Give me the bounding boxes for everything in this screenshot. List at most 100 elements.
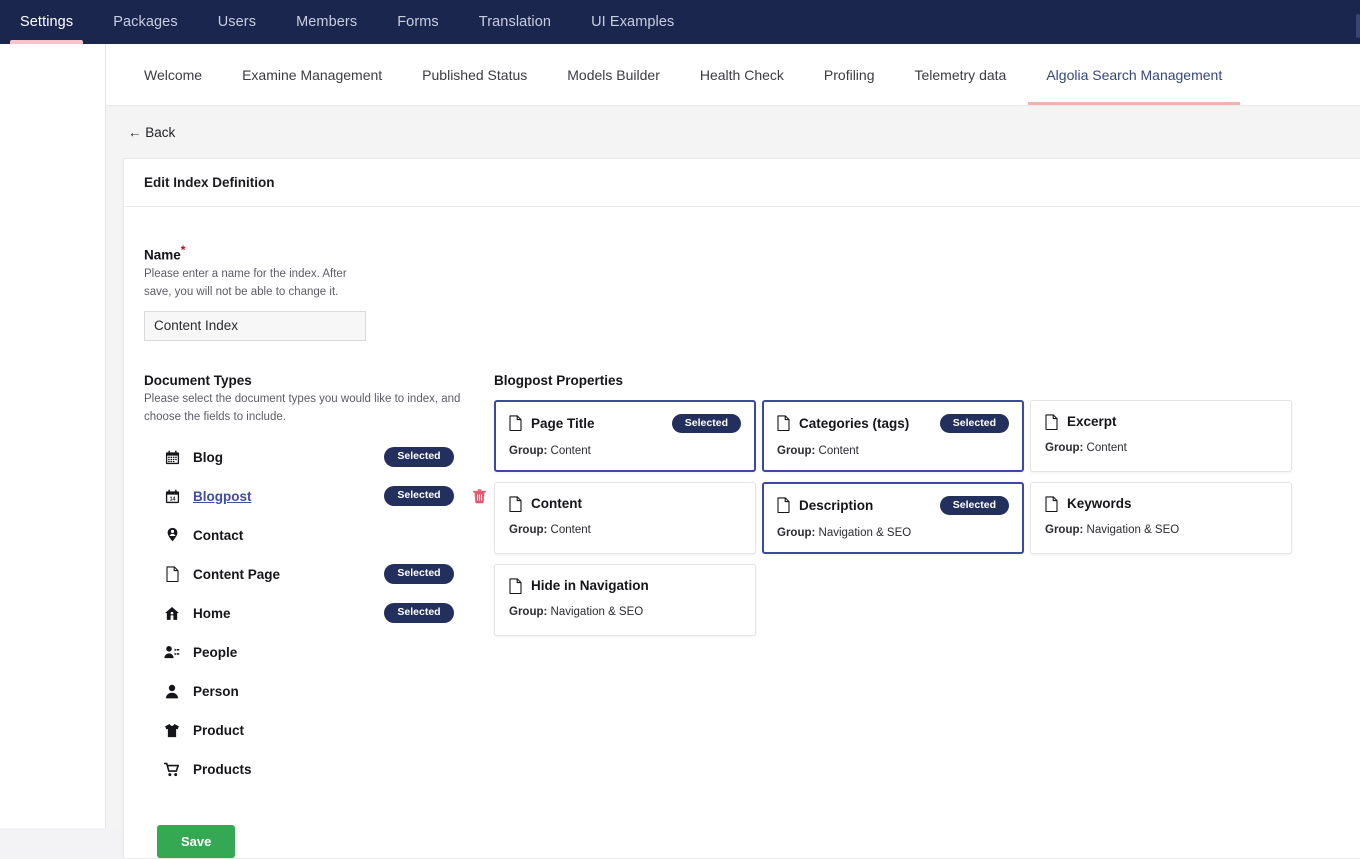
property-group-value: Content	[550, 445, 591, 457]
document-type-label: Blog	[193, 449, 223, 465]
cart-icon	[162, 762, 182, 777]
panel-body: Name* Please enter a name for the index.…	[124, 207, 1360, 858]
tab-welcome[interactable]: Welcome	[124, 44, 222, 105]
property-group-value: Content	[550, 523, 591, 536]
property-card-label: Description	[799, 497, 874, 513]
document-type-label: People	[193, 644, 238, 660]
property-group-value: Navigation & SEO	[550, 605, 644, 618]
index-name-input[interactable]	[144, 310, 366, 341]
tab-published-status[interactable]: Published Status	[402, 44, 547, 105]
document-icon	[777, 497, 790, 514]
document-type-row[interactable]: Blog Selected	[144, 438, 494, 477]
document-type-row[interactable]: Person	[144, 672, 494, 711]
properties-card-grid: Page Title Selected Group: Content Categori…	[494, 399, 1294, 636]
tab-models-builder[interactable]: Models Builder	[547, 44, 680, 105]
document-type-row[interactable]: Contact	[144, 516, 494, 555]
document-type-row[interactable]: Products	[144, 750, 494, 789]
name-field-group: Name* Please enter a name for the index.…	[144, 243, 1360, 341]
property-card-group: Group: Content	[509, 445, 741, 457]
back-row: ← Back	[106, 106, 1360, 158]
calendar-icon	[162, 450, 182, 465]
properties-title: Blogpost Properties	[494, 372, 624, 388]
document-types-title: Document Types	[144, 372, 252, 388]
save-button[interactable]: Save	[157, 824, 236, 858]
map-pin-user-icon	[162, 527, 182, 543]
document-types-column: Document Types Please select the documen…	[144, 373, 494, 789]
document-icon	[162, 566, 182, 582]
property-group-label: Group:	[509, 605, 548, 618]
left-sidebar-rail	[0, 44, 106, 828]
document-type-row[interactable]: Home Selected	[144, 594, 494, 633]
document-type-row[interactable]: People	[144, 633, 494, 672]
back-link[interactable]: ← Back	[128, 125, 175, 140]
document-type-row[interactable]: Product	[144, 711, 494, 750]
topnav-item-packages[interactable]: Packages	[93, 0, 197, 44]
document-icon	[509, 577, 522, 594]
property-card-label: Keywords	[1067, 496, 1132, 511]
document-type-label: Person	[193, 683, 239, 699]
selected-badge[interactable]: Selected	[384, 486, 454, 506]
property-card[interactable]: Hide in Navigation Group: Navigation & SE…	[494, 563, 756, 636]
property-card[interactable]: Excerpt Group: Content	[1030, 399, 1292, 472]
property-group-label: Group:	[1045, 441, 1084, 454]
property-card[interactable]: Keywords Group: Navigation & SEO	[1030, 481, 1292, 554]
topnav-item-settings[interactable]: Settings	[0, 0, 93, 44]
property-card-group: Group: Content	[777, 445, 1009, 457]
document-icon	[1045, 413, 1058, 430]
document-type-row[interactable]: Content Page Selected	[144, 555, 494, 594]
document-icon	[1045, 495, 1058, 512]
document-type-label[interactable]: Blogpost	[193, 489, 374, 504]
tab-examine-management[interactable]: Examine Management	[222, 44, 402, 105]
property-card-label: Categories (tags)	[799, 415, 910, 431]
name-field-label: Name*	[144, 243, 1360, 263]
selected-badge[interactable]: Selected	[671, 413, 741, 433]
edit-index-definition-panel: Edit Index Definition Name* Please enter…	[123, 158, 1360, 859]
svg-text:14: 14	[169, 496, 175, 502]
tab-health-check[interactable]: Health Check	[680, 44, 804, 105]
topnav-item-ui-examples[interactable]: UI Examples	[571, 0, 694, 44]
selected-badge[interactable]: Selected	[939, 495, 1009, 515]
selected-badge[interactable]: Selected	[384, 564, 454, 584]
document-type-label: Content Page	[193, 566, 281, 582]
document-type-row[interactable]: 14 Blogpost Selected	[144, 477, 494, 516]
topbar-scrollbar[interactable]	[1356, 14, 1360, 38]
property-card-header: Hide in Navigation	[509, 577, 741, 594]
document-type-label: Products	[193, 761, 252, 777]
property-card[interactable]: Categories (tags) Selected Group: Content	[762, 399, 1024, 472]
property-card[interactable]: Content Group: Content	[494, 481, 756, 554]
property-card-label: Page Title	[531, 415, 595, 431]
selected-badge[interactable]: Selected	[384, 447, 454, 467]
property-card-header: Description Selected	[777, 495, 1009, 515]
property-card-group: Group: Navigation & SEO	[777, 527, 1009, 539]
person-icon	[162, 684, 182, 699]
property-group-value: Content	[818, 445, 859, 457]
properties-column: Blogpost Properties Page Title Selected Gr…	[494, 373, 1360, 789]
topnav-item-forms[interactable]: Forms	[377, 0, 459, 44]
document-type-label: Product	[193, 722, 245, 738]
people-icon	[162, 645, 182, 659]
tab-algolia-search-management[interactable]: Algolia Search Management	[1026, 44, 1242, 105]
property-card-group: Group: Navigation & SEO	[1045, 524, 1277, 536]
selected-badge[interactable]: Selected	[939, 413, 1009, 433]
delete-icon[interactable]	[464, 488, 494, 504]
section-tab-strip: Welcome Examine Management Published Statu…	[106, 44, 1360, 106]
property-card-header: Keywords	[1045, 495, 1277, 512]
name-label-text: Name	[144, 247, 181, 263]
property-group-value: Navigation & SEO	[1086, 523, 1180, 536]
document-type-label: Contact	[193, 527, 244, 543]
document-types-list: Blog Selected 14 Blogpost Selected Contact Con…	[144, 438, 494, 789]
topnav-item-members[interactable]: Members	[276, 0, 377, 44]
property-card[interactable]: Page Title Selected Group: Content	[494, 399, 756, 472]
tab-telemetry-data[interactable]: Telemetry data	[895, 44, 1027, 105]
topnav-item-users[interactable]: Users	[198, 0, 276, 44]
topnav-item-translation[interactable]: Translation	[459, 0, 571, 44]
selected-badge[interactable]: Selected	[384, 603, 454, 623]
property-card-group: Group: Content	[1045, 442, 1277, 454]
tab-profiling[interactable]: Profiling	[804, 44, 895, 105]
property-card-label: Hide in Navigation	[531, 578, 649, 593]
panel-header: Edit Index Definition	[124, 159, 1360, 207]
property-group-label: Group:	[1045, 523, 1084, 536]
property-card-header: Categories (tags) Selected	[777, 413, 1009, 433]
property-card-header: Content	[509, 495, 741, 512]
property-card[interactable]: Description Selected Group: Navigation & S…	[762, 481, 1024, 554]
